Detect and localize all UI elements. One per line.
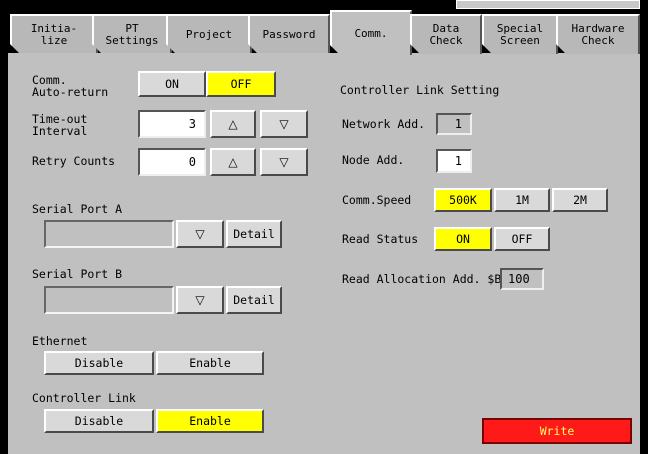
retry-down-button[interactable]: ▽ bbox=[260, 148, 308, 176]
controller-link-enable-button[interactable]: Enable bbox=[156, 409, 264, 433]
node-add-field[interactable]: 1 bbox=[436, 149, 472, 173]
read-status-off-button[interactable]: OFF bbox=[494, 227, 550, 251]
tab-comm[interactable]: Comm. bbox=[330, 10, 412, 55]
comm-speed-label: Comm.Speed bbox=[342, 193, 412, 207]
speed-500k-button[interactable]: 500K bbox=[434, 188, 492, 212]
auto-return-on-button[interactable]: ON bbox=[138, 71, 206, 97]
timeout-interval-field[interactable]: 3 bbox=[138, 110, 206, 138]
retry-counts-label: Retry Counts bbox=[32, 154, 116, 168]
title-strip bbox=[456, 0, 640, 9]
timeout-down-button[interactable]: ▽ bbox=[260, 110, 308, 138]
up-arrow-icon: △ bbox=[228, 117, 238, 131]
tab-project[interactable]: Project bbox=[166, 14, 252, 54]
auto-return-off-button[interactable]: OFF bbox=[206, 71, 276, 97]
read-allocation-field: 100 bbox=[500, 268, 544, 290]
network-add-label: Network Add. bbox=[342, 117, 426, 131]
chevron-down-icon: ▽ bbox=[195, 293, 205, 307]
retry-up-button[interactable]: △ bbox=[210, 148, 256, 176]
down-arrow-icon: ▽ bbox=[279, 117, 289, 131]
read-allocation-label: Read Allocation Add. $B bbox=[342, 272, 502, 286]
tab-pt-settings[interactable]: PT Settings bbox=[92, 14, 172, 54]
tab-hardware-check[interactable]: Hardware Check bbox=[556, 14, 640, 54]
ethernet-disable-button[interactable]: Disable bbox=[44, 351, 154, 375]
node-add-label: Node Add. bbox=[342, 153, 405, 167]
down-arrow-icon: ▽ bbox=[279, 155, 289, 169]
retry-counts-field[interactable]: 0 bbox=[138, 148, 206, 176]
serial-port-a-field[interactable] bbox=[44, 220, 174, 248]
up-arrow-icon: △ bbox=[228, 155, 238, 169]
serial-port-b-detail-button[interactable]: Detail bbox=[226, 286, 282, 314]
write-button[interactable]: Write bbox=[482, 418, 632, 444]
serial-port-b-field[interactable] bbox=[44, 286, 174, 314]
tab-initialize[interactable]: Initia- lize bbox=[10, 14, 98, 54]
timeout-interval-label: Time-out Interval bbox=[32, 112, 88, 138]
timeout-up-button[interactable]: △ bbox=[210, 110, 256, 138]
network-add-field: 1 bbox=[436, 113, 472, 135]
controller-link-setting-title: Controller Link Setting bbox=[340, 83, 500, 97]
controller-link-label: Controller Link bbox=[32, 391, 136, 405]
serial-port-b-dropdown-button[interactable]: ▽ bbox=[176, 286, 224, 314]
ethernet-enable-button[interactable]: Enable bbox=[156, 351, 264, 375]
read-status-label: Read Status bbox=[342, 232, 419, 246]
comm-auto-return-label: Comm. Auto-return bbox=[32, 73, 109, 99]
tab-password[interactable]: Password bbox=[248, 14, 330, 54]
speed-1m-button[interactable]: 1M bbox=[494, 188, 550, 212]
read-status-on-button[interactable]: ON bbox=[434, 227, 492, 251]
speed-2m-button[interactable]: 2M bbox=[552, 188, 608, 212]
tab-special-screen[interactable]: Special Screen bbox=[482, 14, 558, 54]
serial-port-a-dropdown-button[interactable]: ▽ bbox=[176, 220, 224, 248]
tab-data-check[interactable]: Data Check bbox=[410, 14, 482, 54]
ethernet-label: Ethernet bbox=[32, 334, 88, 348]
serial-port-a-label: Serial Port A bbox=[32, 202, 123, 216]
serial-port-a-detail-button[interactable]: Detail bbox=[226, 220, 282, 248]
controller-link-disable-button[interactable]: Disable bbox=[44, 409, 154, 433]
serial-port-b-label: Serial Port B bbox=[32, 267, 123, 281]
chevron-down-icon: ▽ bbox=[195, 227, 205, 241]
